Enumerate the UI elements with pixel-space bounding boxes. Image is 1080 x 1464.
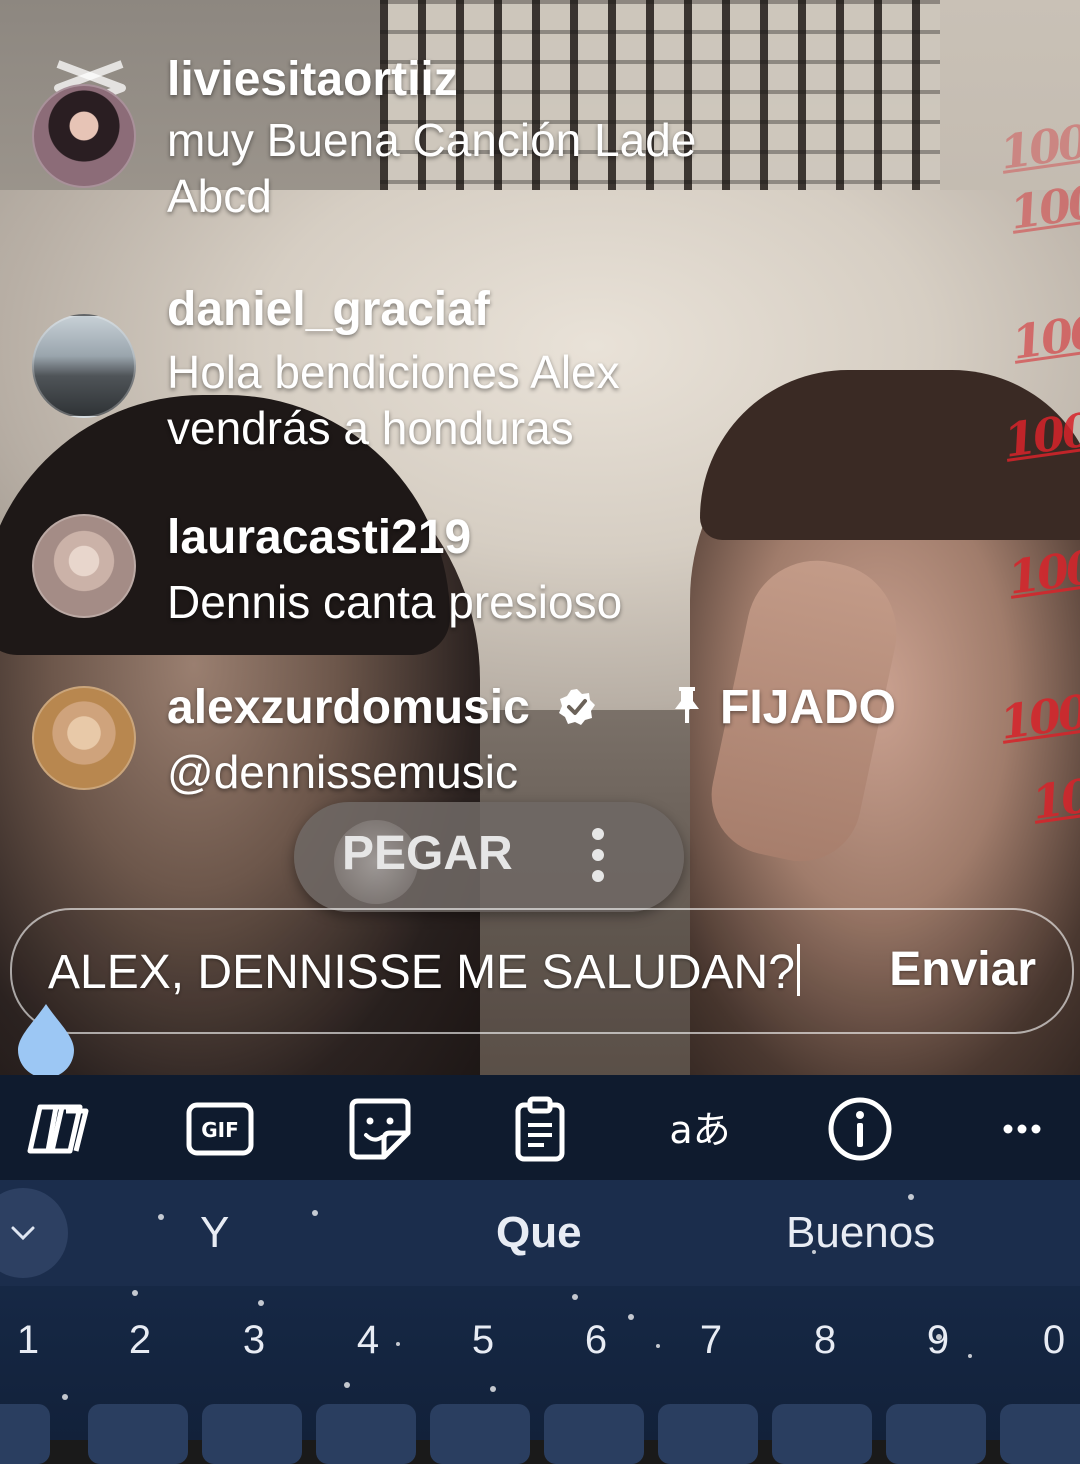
- comment-line: Abcd: [167, 170, 272, 222]
- key[interactable]: [658, 1404, 758, 1464]
- key[interactable]: [202, 1404, 302, 1464]
- comment-line: Hola bendiciones Alex: [167, 346, 620, 398]
- key[interactable]: [544, 1404, 644, 1464]
- key[interactable]: [1000, 1404, 1080, 1464]
- comment-line: muy Buena Canción Lade: [167, 114, 697, 166]
- key[interactable]: [0, 1404, 50, 1464]
- comment-line[interactable]: @dennissemusic: [167, 744, 867, 800]
- input-value: ALEX, DENNISSE ME SALUDAN?: [48, 946, 795, 999]
- verified-badge-icon: [559, 689, 596, 725]
- collapse-keyboard-button[interactable]: [0, 1188, 68, 1278]
- comment-line: vendrás a honduras: [167, 402, 574, 454]
- key[interactable]: [430, 1404, 530, 1464]
- text-selection-handle-icon[interactable]: [14, 1000, 78, 1078]
- key-number[interactable]: 8: [805, 1318, 845, 1363]
- comment-input[interactable]: ALEX, DENNISSE ME SALUDAN?: [48, 944, 800, 1000]
- svg-text:aあ: aあ: [669, 1108, 730, 1152]
- comment-text: Hola bendiciones Alex vendrás a honduras: [167, 344, 867, 456]
- comment-input-bar: ALEX, DENNISSE ME SALUDAN? Enviar: [10, 908, 1074, 1034]
- text-caret: [796, 944, 800, 996]
- comment-text: Dennis canta presioso: [167, 574, 867, 630]
- keyboard-toolbar: GIF aあ: [0, 1075, 1080, 1180]
- key-number[interactable]: 5: [463, 1318, 503, 1363]
- pinned-label: FIJADO: [672, 680, 896, 735]
- key[interactable]: [886, 1404, 986, 1464]
- avatar[interactable]: [32, 514, 136, 618]
- comment-item: lauracasti219 Dennis canta presioso: [32, 510, 1032, 630]
- key[interactable]: [88, 1404, 188, 1464]
- comment-item: liviesitaortiiz muy Buena Canción Lade A…: [32, 52, 1032, 232]
- pin-icon: [675, 687, 699, 723]
- comment-text: muy Buena Canción Lade Abcd: [167, 112, 867, 224]
- avatar[interactable]: [32, 686, 136, 790]
- key-number[interactable]: 6: [576, 1318, 616, 1363]
- pinned-comment-item: alexzurdomusic FIJADO @dennissemusic: [32, 680, 1032, 800]
- chevron-down-icon: [11, 1226, 35, 1241]
- send-button[interactable]: Enviar: [889, 942, 1036, 997]
- comment-username[interactable]: liviesitaortiiz: [167, 52, 458, 107]
- comment-username[interactable]: lauracasti219: [167, 510, 471, 565]
- key-number[interactable]: 2: [120, 1318, 160, 1363]
- svg-text:GIF: GIF: [201, 1118, 239, 1142]
- avatar[interactable]: [32, 314, 136, 418]
- suggestion-item[interactable]: Buenos: [786, 1208, 935, 1258]
- copilot-icon[interactable]: [22, 1093, 94, 1165]
- suggestion-bar: Y Que Buenos: [0, 1180, 1080, 1286]
- more-icon[interactable]: [986, 1093, 1058, 1165]
- keyboard: 1 2 3 4 5 6 7 8 9 0: [0, 1286, 1080, 1464]
- key-number[interactable]: 1: [8, 1318, 48, 1363]
- key-number[interactable]: 3: [234, 1318, 274, 1363]
- suggestion-item[interactable]: Y: [200, 1208, 229, 1258]
- sticker-icon[interactable]: [344, 1093, 416, 1165]
- paste-button[interactable]: PEGAR: [342, 826, 513, 881]
- pinned-text: FIJADO: [720, 681, 897, 734]
- comment-username[interactable]: daniel_graciaf: [167, 282, 490, 337]
- username-text: alexzurdomusic: [167, 681, 530, 734]
- comment-username[interactable]: alexzurdomusic: [167, 680, 597, 735]
- key-number[interactable]: 0: [1034, 1318, 1074, 1363]
- clipboard-icon[interactable]: [504, 1093, 576, 1165]
- key-number[interactable]: 4: [348, 1318, 388, 1363]
- avatar[interactable]: [32, 84, 136, 188]
- comment-text: @dennissemusic: [167, 744, 867, 800]
- key[interactable]: [316, 1404, 416, 1464]
- translate-icon[interactable]: aあ: [664, 1093, 736, 1165]
- info-icon[interactable]: [824, 1093, 896, 1165]
- key-number[interactable]: 7: [691, 1318, 731, 1363]
- comment-line: Dennis canta presioso: [167, 576, 623, 628]
- comment-item: daniel_graciaf Hola bendiciones Alex ven…: [32, 282, 1032, 462]
- suggestion-item[interactable]: Que: [496, 1208, 582, 1258]
- paste-popup: PEGAR: [294, 802, 684, 912]
- gif-icon[interactable]: GIF: [184, 1093, 256, 1165]
- more-options-icon[interactable]: [582, 828, 614, 888]
- key-number[interactable]: 9: [918, 1318, 958, 1363]
- key[interactable]: [772, 1404, 872, 1464]
